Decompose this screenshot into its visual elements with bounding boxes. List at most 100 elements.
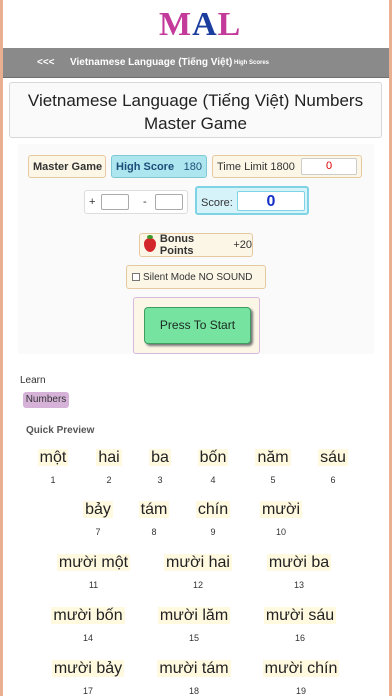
tile-number: 5: [270, 475, 276, 485]
tile-word: một: [29, 448, 77, 468]
tile-word-text: sáu: [318, 449, 348, 466]
logo-letter-a: A: [192, 6, 218, 43]
high-scores-link[interactable]: High Scores: [234, 60, 269, 66]
tile-number: 9: [210, 527, 216, 537]
silent-mode-checkbox[interactable]: [132, 273, 140, 281]
tile-number: 13: [293, 580, 304, 590]
bonus-value: +20: [233, 239, 252, 251]
press-to-start-button[interactable]: Press To Start: [144, 307, 251, 344]
number-tile[interactable]: một 1: [29, 444, 77, 492]
time-limit-box: Time Limit 1800 0: [212, 155, 362, 178]
start-container: Press To Start: [133, 297, 260, 354]
tile-number: 15: [188, 633, 199, 643]
tile-number: 10: [275, 527, 286, 537]
tile-word-text: mười: [259, 501, 303, 518]
tile-word: mười ba: [252, 553, 346, 573]
number-tile[interactable]: mười bốn 14: [40, 602, 136, 650]
tile-word: bảy: [75, 500, 121, 520]
tile-number: 18: [188, 686, 199, 696]
number-tile[interactable]: bảy 7: [75, 496, 121, 544]
number-tile[interactable]: năm 5: [245, 444, 301, 492]
tile-word-text: mười một: [56, 554, 131, 571]
tile-word: mười sáu: [252, 606, 348, 626]
tile-word: hai: [85, 448, 133, 468]
tile-word: ba: [139, 448, 181, 468]
logo-letter-m: M: [159, 6, 193, 43]
tile-word: mười hai: [150, 553, 246, 573]
tile-number: 6: [330, 475, 336, 485]
time-limit-label: Time Limit 1800: [217, 160, 295, 173]
tile-number: 14: [82, 633, 93, 643]
number-tile[interactable]: ba 3: [139, 444, 181, 492]
tile-word: tám: [131, 500, 177, 520]
tile-word-text: mười lăm: [157, 607, 231, 624]
tile-number: 19: [295, 686, 306, 696]
tile-word-text: hai: [96, 449, 122, 466]
bonus-label: Bonus Points: [159, 233, 195, 257]
number-tile[interactable]: bốn 4: [187, 444, 239, 492]
number-tile[interactable]: mười 10: [246, 496, 316, 544]
tile-word-text: mười bảy: [51, 660, 125, 677]
logo-letter-l: L: [217, 6, 242, 43]
header: MAL: [3, 0, 389, 48]
tile-word: mười chín: [252, 659, 350, 679]
number-tile[interactable]: chín 9: [188, 496, 238, 544]
tile-number: 12: [192, 580, 203, 590]
operand-a-input[interactable]: [101, 194, 129, 210]
tile-word-text: mười tám: [157, 660, 231, 677]
operand-b-input[interactable]: [155, 194, 183, 210]
tile-word-text: mười sáu: [263, 607, 337, 624]
tile-word-text: mười ba: [266, 554, 332, 571]
tile-number: 2: [106, 475, 112, 485]
tile-word: mười: [246, 500, 316, 520]
minus-sign: -: [143, 196, 147, 208]
tile-word: sáu: [309, 448, 357, 468]
tile-word: mười một: [45, 553, 142, 573]
tile-word: mười bảy: [40, 659, 136, 679]
number-tile[interactable]: mười chín 19: [252, 655, 350, 696]
operand-row: + -: [84, 190, 188, 214]
score-label: Score:: [201, 197, 233, 209]
number-tile[interactable]: mười sáu 16: [252, 602, 348, 650]
number-tile[interactable]: sáu 6: [309, 444, 357, 492]
silent-mode-toggle[interactable]: Silent Mode NO SOUND: [126, 265, 266, 289]
tile-word-text: một: [37, 449, 69, 466]
tile-word-text: mười hai: [164, 554, 232, 571]
tile-number: 11: [88, 580, 99, 590]
number-tile[interactable]: mười bảy 17: [40, 655, 136, 696]
high-score-value: 180: [183, 160, 202, 173]
number-tile[interactable]: mười tám 18: [146, 655, 242, 696]
number-tile[interactable]: tám 8: [131, 496, 177, 544]
number-tile[interactable]: mười ba 13: [252, 549, 346, 597]
plus-sign: +: [89, 196, 96, 208]
high-score-label: High Score: [116, 160, 175, 173]
tile-word-text: ba: [149, 449, 171, 466]
title-card: Vietnamese Language (Tiếng Việt) Numbers…: [9, 82, 382, 138]
tile-number: 4: [210, 475, 216, 485]
learn-label: Learn: [20, 375, 46, 386]
tile-word: mười tám: [146, 659, 242, 679]
quick-preview-label: Quick Preview: [26, 425, 95, 436]
strawberry-icon: [144, 235, 156, 252]
tile-word: mười lăm: [146, 606, 242, 626]
tile-word-text: mười chín: [262, 660, 340, 677]
score-box: Score: 0: [195, 186, 309, 215]
tile-number: 16: [294, 633, 305, 643]
tile-word-text: năm: [255, 449, 291, 466]
tile-number: 3: [157, 475, 163, 485]
tile-word-text: chín: [195, 501, 231, 518]
number-tile[interactable]: mười lăm 15: [146, 602, 242, 650]
bonus-points-badge: Bonus Points +20: [139, 233, 253, 257]
tile-word-text: mười bốn: [51, 607, 125, 624]
tile-number: 1: [50, 475, 56, 485]
number-tile[interactable]: mười một 11: [45, 549, 142, 597]
nav-title-link[interactable]: Vietnamese Language (Tiếng Việt): [70, 57, 232, 68]
tile-word: bốn: [187, 448, 239, 468]
tile-word-text: bảy: [83, 501, 113, 518]
mal-logo[interactable]: MAL: [159, 6, 241, 44]
number-tile[interactable]: mười hai 12: [150, 549, 246, 597]
page-title: Vietnamese Language (Tiếng Việt) Numbers…: [27, 91, 364, 133]
number-tile[interactable]: hai 2: [85, 444, 133, 492]
numbers-tag[interactable]: Numbers: [23, 392, 69, 408]
back-link[interactable]: <<<: [37, 57, 55, 68]
